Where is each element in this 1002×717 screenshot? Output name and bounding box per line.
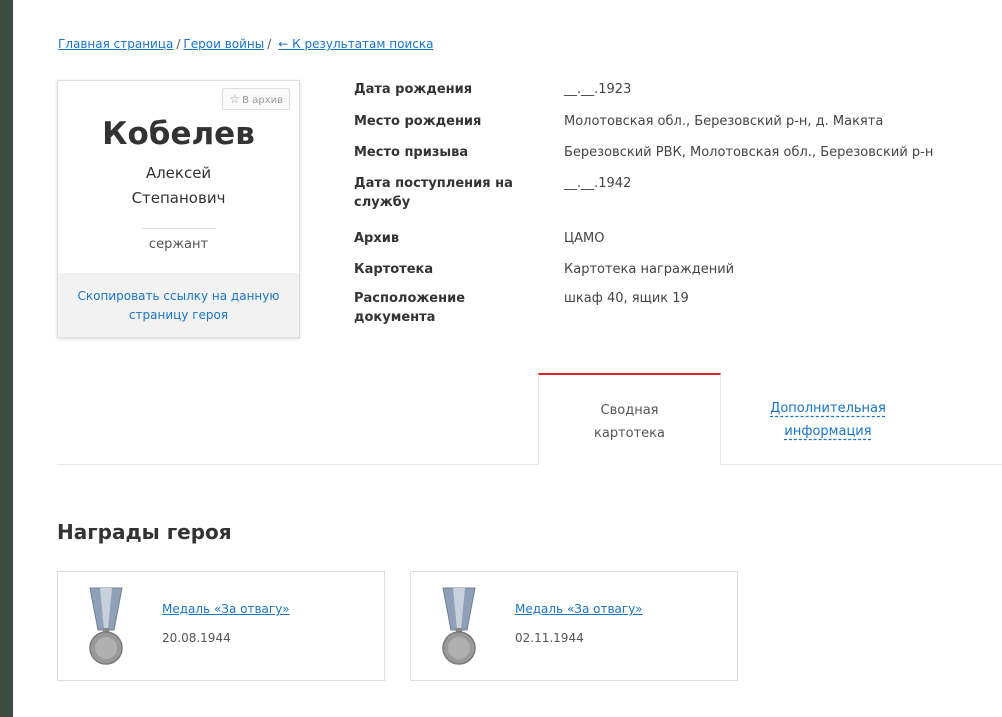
tab-summary-card-index[interactable]: Сводная картотека	[538, 373, 721, 465]
award-name-link[interactable]: Медаль «За отвагу»	[515, 602, 643, 616]
breadcrumb-home-link[interactable]: Главная страница	[58, 37, 173, 51]
star-icon: ☆	[229, 92, 241, 106]
awards-heading: Награды героя	[57, 520, 232, 544]
detail-value: ЦАМО	[564, 231, 605, 246]
tabs-baseline	[57, 464, 1002, 465]
hero-rank: сержант	[148, 237, 209, 252]
copy-hero-link-button[interactable]: Скопировать ссылку на данную страницу ге…	[58, 273, 299, 337]
detail-label: Место рождения	[354, 114, 482, 129]
hero-patronymic: Степанович	[131, 189, 226, 207]
detail-value: Молотовская обл., Березовский р-н, д. Ма…	[564, 114, 884, 129]
detail-value: __.__.1923	[564, 82, 632, 97]
archive-button-label: В архив	[242, 95, 283, 106]
detail-value: Березовский РВК, Молотовская обл., Берез…	[564, 145, 934, 160]
add-to-archive-button[interactable]: ☆ В архив	[222, 88, 290, 110]
breadcrumb-separator: /	[176, 37, 181, 51]
award-card: Медаль «За отвагу» 20.08.1944	[57, 571, 385, 681]
copy-link-label: Скопировать ссылку на данную страницу ге…	[77, 289, 280, 322]
detail-label: Дата рождения	[354, 82, 473, 97]
back-to-results-link[interactable]: ← К результатам поиска	[278, 37, 433, 51]
tab-label: Дополнительная информация	[770, 401, 886, 439]
medal-icon	[89, 587, 123, 665]
detail-value: __.__.1942	[564, 176, 632, 191]
detail-value: Картотека награждений	[564, 262, 735, 277]
breadcrumb: Главная страница / Герои войны / ← К результ…	[58, 37, 433, 51]
detail-label: Архив	[354, 231, 400, 246]
card-divider	[142, 228, 216, 229]
tab-label: Сводная картотека	[594, 403, 665, 441]
award-card: Медаль «За отвагу» 02.11.1944	[410, 571, 738, 681]
award-name-link[interactable]: Медаль «За отвагу»	[162, 602, 290, 616]
detail-label: Место призыва	[354, 145, 469, 160]
hero-surname: Кобелев	[102, 116, 255, 152]
page-frame: Главная страница / Герои войны / ← К результ…	[13, 0, 1002, 717]
award-date: 02.11.1944	[515, 631, 584, 645]
hero-card: ☆ В архив Кобелев Алексей Степанович серж…	[57, 80, 300, 338]
award-date: 20.08.1944	[162, 631, 231, 645]
breadcrumb-heroes-link[interactable]: Герои войны	[183, 37, 264, 51]
detail-label: Картотека	[354, 262, 434, 277]
tab-additional-info[interactable]: Дополнительная информация	[753, 397, 903, 443]
detail-value: шкаф 40, ящик 19	[564, 291, 689, 306]
detail-label: Дата поступления на службу	[354, 176, 513, 210]
detail-label: Расположение документа	[354, 291, 466, 325]
medal-icon	[442, 587, 476, 665]
breadcrumb-separator: /	[267, 37, 272, 51]
hero-first-name: Алексей	[145, 164, 212, 182]
